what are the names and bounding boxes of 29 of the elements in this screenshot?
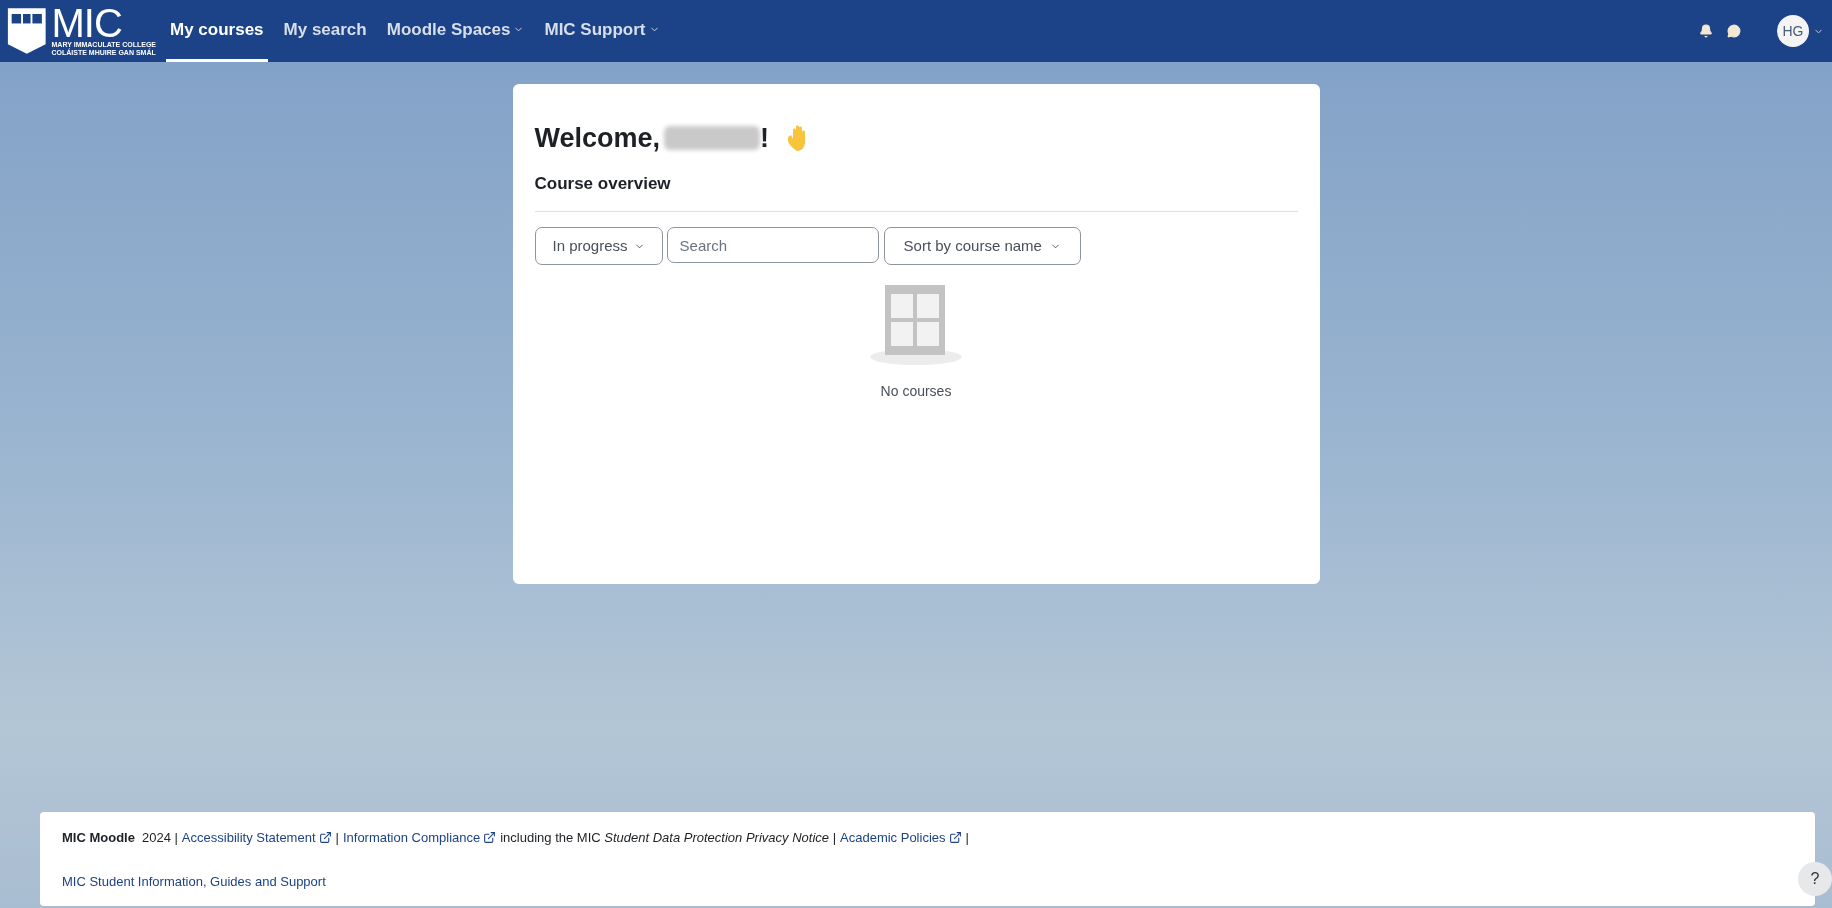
nav-tab[interactable]: Moodle Spaces [382, 0, 529, 62]
external-link-icon [318, 831, 332, 845]
footer-text: | [335, 829, 339, 847]
sort-dropdown[interactable]: Sort by course name [883, 227, 1081, 265]
search-field[interactable]: Search [666, 227, 879, 263]
section-heading: Course overview [534, 172, 672, 195]
crest-icon [6, 5, 48, 57]
logo-text: MIC [51, 5, 122, 41]
footer-link[interactable]: Accessibility Statement [181, 828, 332, 848]
chat-icon[interactable] [1727, 24, 1741, 38]
external-link-icon [483, 831, 497, 845]
nav-tab[interactable]: My courses [166, 0, 268, 62]
footer-link[interactable]: Academic Policies [840, 828, 962, 848]
footer-text: | [965, 829, 969, 847]
footer-link[interactable]: MIC Student Information, Guides and Support [62, 871, 326, 891]
footer-link[interactable]: Information Compliance [342, 828, 497, 848]
footer-brand: MIC Moodle [62, 829, 135, 847]
footer-text: including the MIC Student Data Protection Privacy Notice | [500, 829, 836, 847]
help-button[interactable]: ? [1798, 862, 1832, 896]
nav-tab[interactable]: My search [279, 0, 371, 62]
external-link-icon [948, 831, 962, 845]
status-filter-dropdown[interactable]: In progress [534, 227, 663, 265]
empty-message: No courses [880, 382, 952, 401]
bell-icon[interactable] [1699, 24, 1713, 38]
welcome-heading: ! [760, 122, 770, 155]
user-avatar[interactable]: HG [1777, 15, 1809, 47]
footer-text: 2024 | [141, 829, 178, 847]
nav-tab[interactable]: MIC Support [540, 0, 664, 62]
welcome-heading: Welcome, [534, 122, 661, 155]
